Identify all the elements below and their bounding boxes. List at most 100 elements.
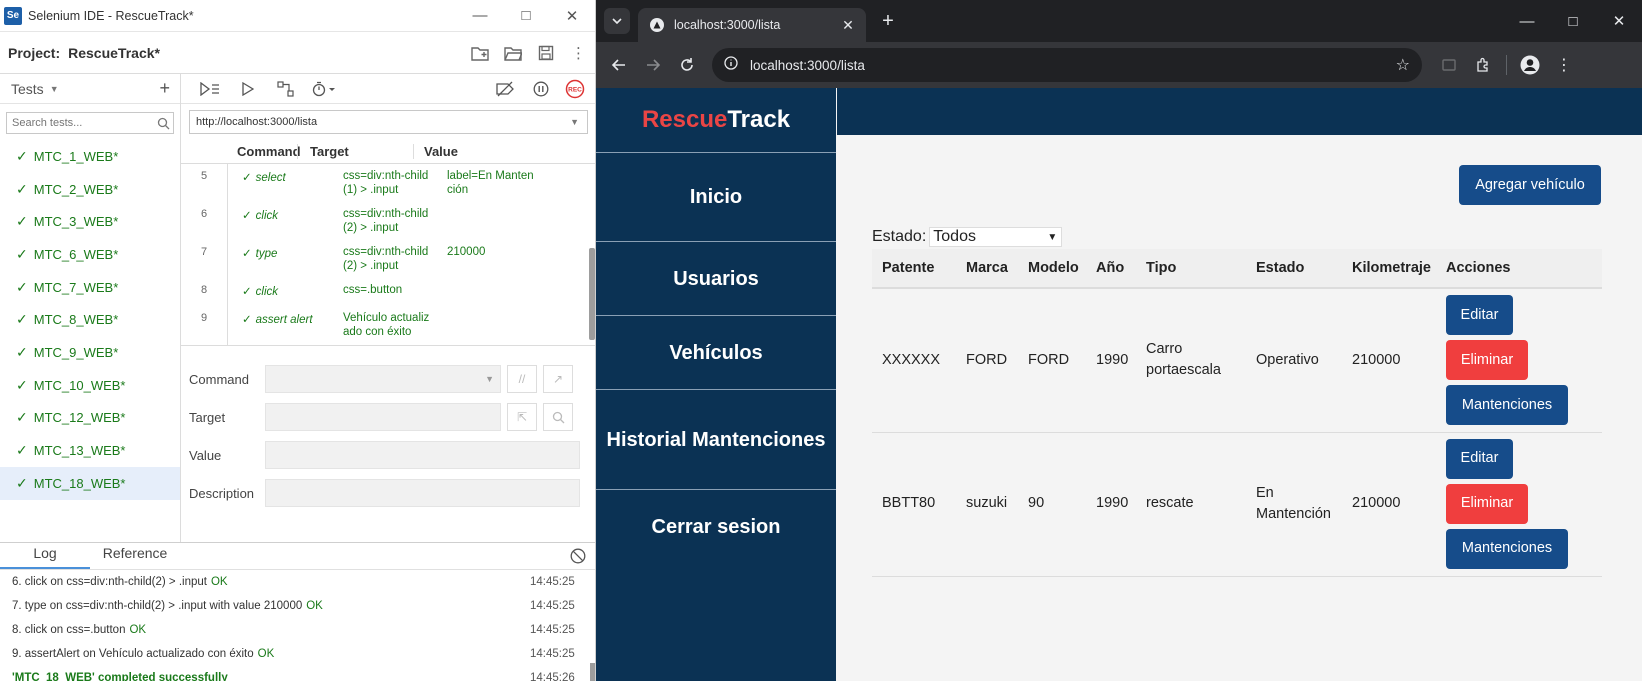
test-item[interactable]: ✓ MTC_2_WEB*	[0, 173, 180, 206]
maintenance-button[interactable]: Mantenciones	[1446, 529, 1568, 569]
table-header-row: Patente Marca Modelo Año Tipo Estado Kilometra…	[872, 249, 1602, 289]
log-message: 6. click on css=div:nth-child(2) > .inpu…	[12, 576, 530, 588]
add-vehicle-button[interactable]: Agregar vehículo	[1459, 165, 1601, 205]
maintenance-button[interactable]: Mantenciones	[1446, 385, 1568, 426]
target-cell: css=div:nth-child (2) > .input	[343, 208, 429, 234]
brand-logo[interactable]: Rescue Track	[596, 88, 836, 153]
command-row[interactable]: 6 ✓ click css=div:nth-child (2) > .input	[181, 202, 595, 240]
command-row[interactable]: 9 ✓ assert alert Vehículo actualiz ado con …	[181, 306, 595, 345]
test-item[interactable]: ✓ MTC_8_WEB*	[0, 303, 180, 336]
chevron-down-icon[interactable]: ▼	[50, 84, 59, 94]
nav-inicio[interactable]: Inicio	[596, 153, 836, 242]
check-icon: ✓	[242, 314, 252, 326]
command-row[interactable]: 8 ✓ click css=.button	[181, 278, 595, 306]
profile-avatar-icon[interactable]	[1513, 48, 1547, 82]
new-project-icon[interactable]	[463, 38, 496, 68]
forward-icon[interactable]	[636, 48, 670, 82]
log-message: 7. type on css=div:nth-child(2) > .input…	[12, 600, 530, 612]
omnibox[interactable]: localhost:3000/lista ☆	[712, 48, 1422, 82]
command-row[interactable]: 7 ✓ type css=div:nth-child (2) > .input 2100…	[181, 240, 595, 278]
back-icon[interactable]	[602, 48, 636, 82]
add-test-icon[interactable]: +	[159, 78, 170, 99]
close-icon[interactable]: ✕	[549, 0, 595, 32]
record-icon[interactable]: REC	[558, 77, 592, 101]
select-target-icon[interactable]: ⇱	[507, 403, 537, 431]
web-page: Rescue Track Inicio Usuarios Vehículos Hi…	[596, 88, 1642, 681]
tab-log[interactable]: Log	[0, 545, 90, 569]
new-tab-icon[interactable]: +	[874, 10, 902, 33]
value-row: Value	[181, 436, 595, 474]
open-reference-icon[interactable]: ↗	[543, 365, 573, 393]
test-item[interactable]: ✓ MTC_7_WEB*	[0, 271, 180, 304]
maximize-icon[interactable]: □	[1550, 5, 1596, 37]
brand-part-rescue: Rescue	[641, 106, 728, 133]
comment-toggle-icon[interactable]: //	[507, 365, 537, 393]
nav-cerrar-sesion[interactable]: Cerrar sesion	[596, 490, 836, 564]
disable-breakpoints-icon[interactable]	[486, 77, 524, 101]
tests-dropdown[interactable]: Tests	[11, 81, 44, 97]
nav-historial-mantenciones[interactable]: Historial Mantenciones	[596, 390, 836, 490]
extensions-icon[interactable]	[1466, 48, 1500, 82]
command-name: click	[255, 210, 279, 222]
browser-tab[interactable]: localhost:3000/lista ✕	[638, 8, 866, 42]
pause-icon[interactable]	[524, 77, 558, 101]
description-input[interactable]	[265, 479, 580, 507]
extension-puzzle-icon[interactable]	[1432, 48, 1466, 82]
vehicles-content: Agregar vehículo Estado: Todos ▼ Patente…	[837, 135, 1642, 681]
ide-titlebar: Se Selenium IDE - RescueTrack* — □ ✕	[0, 0, 595, 32]
reload-icon[interactable]	[670, 48, 704, 82]
command-input[interactable]: ▼	[265, 365, 501, 393]
browser-menu-icon[interactable]: ⋮	[1547, 48, 1581, 82]
test-item[interactable]: ✓ MTC_10_WEB*	[0, 369, 180, 402]
test-item[interactable]: ✓ MTC_6_WEB*	[0, 238, 180, 271]
log-tabs: Log Reference	[0, 543, 595, 570]
value-input[interactable]	[265, 441, 580, 469]
test-item[interactable]: ✓ MTC_1_WEB*	[0, 140, 180, 173]
check-icon: ✓	[242, 172, 252, 184]
test-item[interactable]: ✓ MTC_9_WEB*	[0, 336, 180, 369]
status-filter-select[interactable]: Todos ▼	[929, 227, 1063, 247]
close-icon[interactable]: ✕	[1596, 5, 1642, 37]
run-all-tests-icon[interactable]	[191, 77, 229, 101]
run-test-icon[interactable]	[229, 77, 267, 101]
tab-reference[interactable]: Reference	[90, 545, 180, 569]
tests-pane: Tests ▼ + ✓ MTC_1_WEB* ✓ MTC_2_WEB* ✓ MTC_3_W…	[0, 74, 181, 542]
command-row[interactable]: 5 ✓ select css=div:nth-child (1) > .input la…	[181, 164, 595, 202]
search-tests-input[interactable]	[7, 117, 153, 129]
nav-vehiculos[interactable]: Vehículos	[596, 316, 836, 390]
find-target-icon[interactable]	[543, 403, 573, 431]
tab-search-icon[interactable]	[604, 8, 630, 34]
clear-log-icon[interactable]	[570, 548, 586, 569]
cell-anio: 1990	[1086, 288, 1136, 433]
log-entry: 8. click on css=.button OK 14:45:25	[0, 618, 595, 642]
open-project-icon[interactable]	[496, 38, 529, 68]
edit-button[interactable]: Editar	[1446, 439, 1513, 479]
cell-modelo: FORD	[1018, 288, 1086, 433]
minimize-icon[interactable]: —	[457, 0, 503, 32]
target-input[interactable]	[265, 403, 501, 431]
test-item[interactable]: ✓ MTC_13_WEB*	[0, 434, 180, 467]
edit-button[interactable]: Editar	[1446, 295, 1513, 336]
step-over-icon[interactable]	[267, 77, 305, 101]
minimize-icon[interactable]: —	[1504, 5, 1550, 37]
delete-button[interactable]: Eliminar	[1446, 484, 1528, 524]
save-project-icon[interactable]	[529, 38, 562, 68]
test-item[interactable]: ✓ MTC_18_WEB*	[0, 466, 180, 500]
maximize-icon[interactable]: □	[503, 0, 549, 32]
project-name[interactable]: RescueTrack*	[68, 45, 463, 61]
more-options-icon[interactable]: ⋮	[562, 38, 595, 68]
nav-usuarios[interactable]: Usuarios	[596, 242, 836, 316]
test-item[interactable]: ✓ MTC_12_WEB*	[0, 402, 180, 435]
base-url-select[interactable]: http://localhost:3000/lista ▼	[189, 110, 588, 134]
cell-estado: Operativo	[1246, 288, 1342, 433]
delete-button[interactable]: Eliminar	[1446, 340, 1528, 381]
close-tab-icon[interactable]: ✕	[838, 17, 858, 34]
vehicles-table: Patente Marca Modelo Año Tipo Estado Kilometra…	[872, 249, 1602, 577]
speed-timer-icon[interactable]	[305, 77, 343, 101]
site-info-icon[interactable]	[724, 55, 738, 75]
command-list-scrollbar[interactable]	[589, 248, 595, 340]
log-status: OK	[129, 624, 147, 636]
bookmark-star-icon[interactable]: ☆	[1396, 55, 1410, 75]
test-item[interactable]: ✓ MTC_3_WEB*	[0, 205, 180, 238]
table-body: XXXXXX FORD FORD 1990 Carro portaescala Opera…	[872, 288, 1602, 577]
